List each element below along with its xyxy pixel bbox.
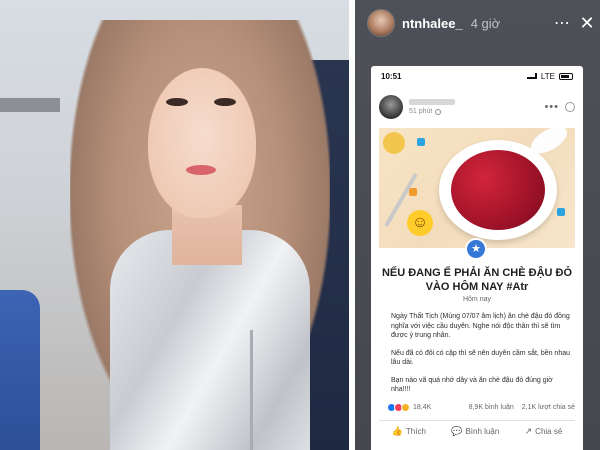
background-shelf xyxy=(0,98,60,112)
lips xyxy=(186,165,216,175)
background-chair xyxy=(0,290,40,450)
post-author-redacted xyxy=(409,99,455,105)
reactions-count[interactable]: 18,4K xyxy=(413,404,431,411)
story-header: ntnhalee_ 4 giờ ⋯ ✕ xyxy=(367,8,595,38)
post-date: Hôm nay xyxy=(462,296,491,303)
confetti-piece xyxy=(417,138,425,146)
thumbs-up-icon: 👍 xyxy=(391,426,403,436)
comment-button[interactable]: 💬 Bình luận xyxy=(451,426,499,437)
post-paragraph: Bạn nào vã quá nhớ dây và ăn chè đậu đỏ … xyxy=(391,376,553,394)
status-time: 10:51 xyxy=(381,71,402,81)
story-photo xyxy=(0,0,349,450)
reactions-row: 18,4K 8,9K bình luận 2,1K lượt chia sẻ xyxy=(387,403,575,412)
post-avatar[interactable] xyxy=(379,95,403,119)
shares-count[interactable]: 2,1K lượt chia sẻ xyxy=(522,404,575,411)
zipper xyxy=(250,330,253,450)
network-label: LTE xyxy=(540,71,555,81)
confetti-piece xyxy=(557,208,565,216)
more-options-icon[interactable]: ⋯ xyxy=(554,13,571,33)
globe-icon xyxy=(435,108,442,115)
pasta-decoration xyxy=(383,132,405,154)
close-icon[interactable]: ✕ xyxy=(579,13,595,34)
share-label: Chia sẻ xyxy=(535,427,563,436)
red-bean-dessert xyxy=(451,150,545,230)
face xyxy=(148,68,256,218)
left-eye xyxy=(166,98,188,106)
post-header: 51 phút ••• xyxy=(379,92,575,122)
haha-reaction-icon xyxy=(401,403,410,412)
post-action-bar: 👍 Thích 💬 Bình luận ↗ Chia sẻ xyxy=(379,420,575,442)
story-username[interactable]: ntnhalee_ xyxy=(402,16,463,31)
confetti-piece xyxy=(409,188,417,196)
story-panel: ntnhalee_ 4 giờ ⋯ ✕ 10:51 LTE 51 phút ••… xyxy=(355,0,600,450)
share-icon: ↗ xyxy=(524,426,533,436)
post-time: 51 phút xyxy=(409,108,455,115)
post-title: NẾU ĐANG Ế PHẢI ĂN CHÈ ĐẬU ĐỎ VÀO HÔM NA… xyxy=(381,267,573,293)
like-button[interactable]: 👍 Thích xyxy=(392,426,426,437)
signal-icon xyxy=(526,73,537,79)
post-paragraph: Nếu đã có đôi có cặp thì sẽ nên duyên cầ… xyxy=(391,349,571,367)
comment-icon: 💬 xyxy=(451,426,463,436)
story-avatar[interactable] xyxy=(367,9,395,37)
phone-status-bar: 10:51 LTE xyxy=(371,66,583,86)
post-paragraph: Ngày Thất Tịch (Mùng 07/07 âm lịch) ăn c… xyxy=(391,313,570,339)
comment-label: Bình luận xyxy=(465,427,500,436)
right-eye xyxy=(214,98,236,106)
post-image[interactable]: ☺ xyxy=(379,128,575,248)
phone-screenshot: 10:51 LTE 51 phút ••• ☺ ★ NẾU ĐANG Ế PHẢ… xyxy=(371,66,583,450)
post-time-label: 51 phút xyxy=(409,108,433,115)
story-time: 4 giờ xyxy=(470,15,501,31)
page-badge-icon: ★ xyxy=(465,238,487,260)
comments-count[interactable]: 8,9K bình luận xyxy=(469,404,514,411)
share-button[interactable]: ↗ Chia sẻ xyxy=(525,426,563,437)
laughing-emoji-icon: ☺ xyxy=(407,210,433,236)
post-more-icon[interactable]: ••• xyxy=(544,101,559,113)
like-label: Thích xyxy=(405,427,426,436)
post-meta: 51 phút xyxy=(409,99,455,115)
battery-icon xyxy=(559,72,573,80)
post-body: Ngày Thất Tịch (Mùng 07/07 âm lịch) ăn c… xyxy=(391,312,571,403)
post-add-icon[interactable] xyxy=(565,102,575,112)
